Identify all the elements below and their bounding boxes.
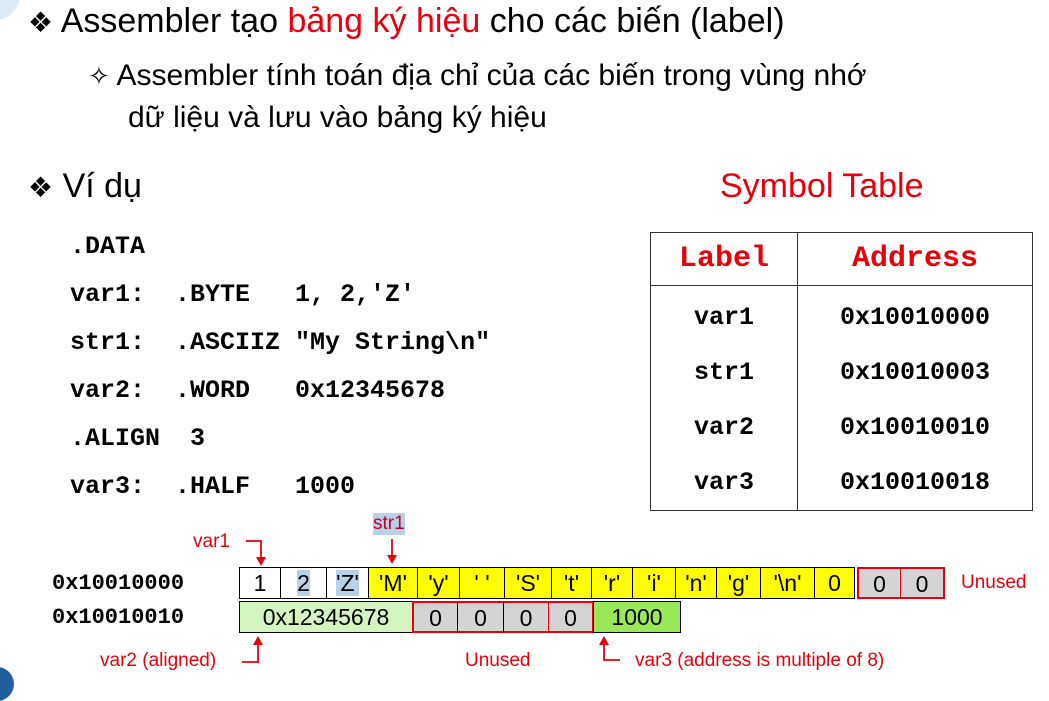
memory-cell: 0x12345678: [239, 601, 413, 633]
memory-cell: 2: [280, 567, 327, 599]
unused-label-right: Unused: [961, 572, 1027, 593]
memory-cell: 'M': [368, 567, 418, 599]
memory-cell-unused: 0: [457, 601, 504, 633]
memory-cell: 0: [814, 567, 855, 599]
memory-cell-unused: 0: [900, 567, 945, 599]
memory-cell-unused: 0: [548, 601, 594, 633]
memory-cell-unused: 0: [857, 567, 901, 599]
memory-cell: 'i': [632, 567, 676, 599]
memory-cell-unused: 0: [503, 601, 549, 633]
memory-cell: 'S': [504, 567, 552, 599]
memory-cell: 'y': [417, 567, 460, 599]
memory-cell: 'g': [716, 567, 761, 599]
row-1-address: 0x10010000: [52, 571, 185, 596]
var3-label: var3 (address is multiple of 8): [635, 650, 885, 671]
var2-label: var2 (aligned): [100, 650, 217, 671]
memory-cell: '\n': [760, 567, 815, 599]
unused-label-bottom: Unused: [465, 650, 531, 671]
memory-cell-unused: 0: [412, 601, 458, 633]
memory-cell: 'r': [591, 567, 633, 599]
row-2-address: 0x10010010: [52, 605, 185, 630]
memory-cell: 't': [551, 567, 592, 599]
memory-cell: 'n': [675, 567, 717, 599]
memory-cell: 1: [239, 567, 281, 599]
memory-cell: 'Z': [326, 567, 369, 599]
memory-cell: ' ': [459, 567, 505, 599]
memory-cell: 1000: [593, 601, 681, 633]
